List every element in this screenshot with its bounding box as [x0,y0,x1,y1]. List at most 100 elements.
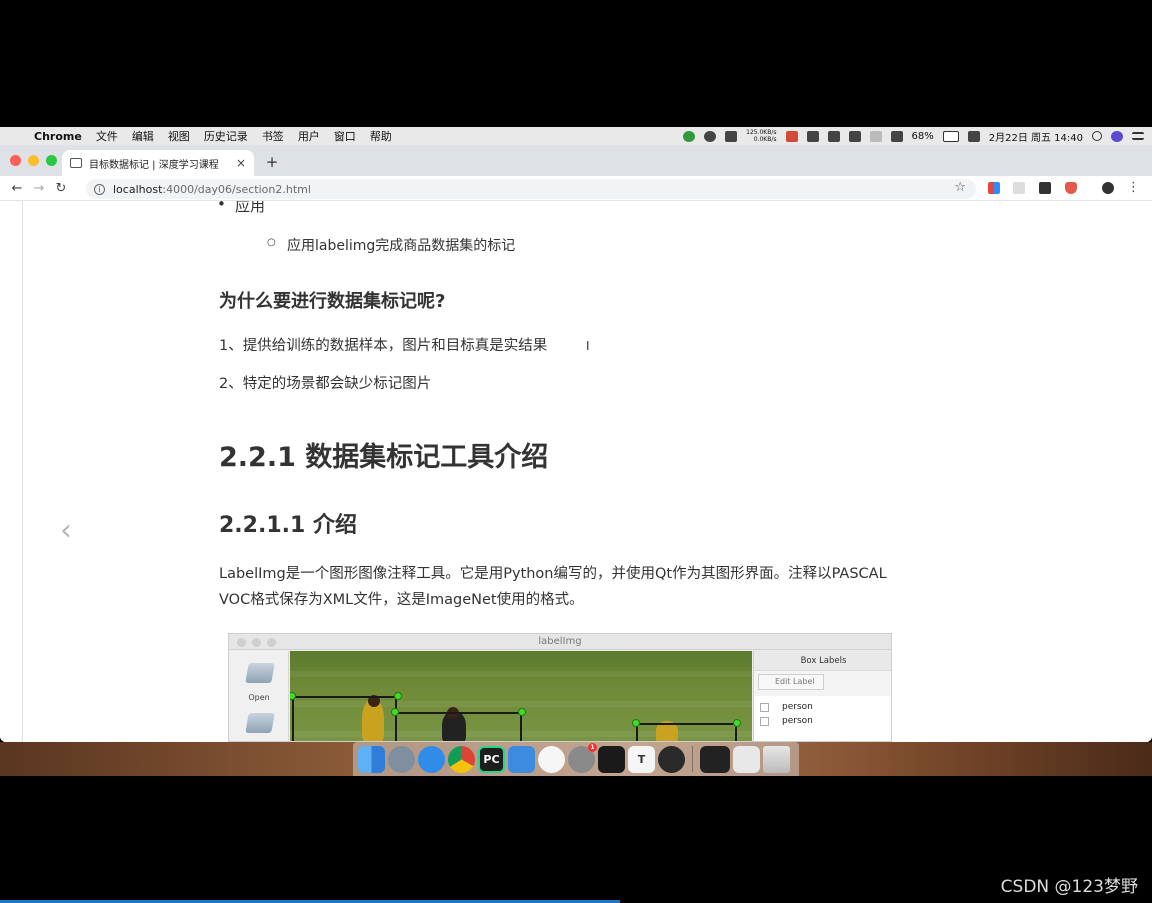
dock-separator [692,746,693,772]
bounding-box[interactable] [292,696,397,741]
bounding-box[interactable] [636,723,737,741]
clock[interactable]: 2月22日 周五 14:40 [989,129,1083,144]
reload-icon[interactable]: ↻ [50,181,72,196]
tab-title: 目标数据标记 | 深度学习课程 [89,159,219,171]
system-preferences-icon[interactable]: 1 [568,742,597,773]
bookmark-star-icon[interactable]: ☆ [954,180,966,195]
open-folder-icon [245,663,275,683]
new-tab-button[interactable]: + [262,153,282,171]
cpu-meter-icon[interactable] [785,130,798,142]
bbox-handle[interactable] [632,719,640,727]
text-cursor-icon: I [586,339,590,353]
menu-item-window[interactable]: 窗口 [334,128,356,144]
menu-item-edit[interactable]: 编辑 [132,128,154,144]
window-controls [10,155,57,166]
upload-icon[interactable] [683,130,696,142]
memory-icon[interactable] [806,130,819,142]
siri-icon[interactable] [1111,130,1123,142]
net-speed-down: 0.0KB/s [753,136,777,143]
labelimg-toolbar: Open [229,651,289,741]
minimize-window-button[interactable] [28,155,39,166]
prev-page-icon[interactable]: ‹ [60,513,72,548]
open-dir-icon [245,713,275,733]
scissors-icon[interactable] [848,130,861,142]
tab-active[interactable]: 目标数据标记 | 深度学习课程 × [62,150,254,176]
menu-item-history[interactable]: 历史记录 [204,128,248,144]
edit-label-button[interactable]: Edit Label [758,674,824,690]
tab-strip: 目标数据标记 | 深度学习课程 × + [0,145,1152,176]
docker-icon[interactable] [827,130,840,142]
status-area: 125.0KB/s 0.0KB/s 68% 2月22日 周五 14:40 [683,127,1144,145]
label-checkbox[interactable] [760,702,769,712]
extension-x-icon[interactable] [1039,182,1051,194]
forward-icon[interactable]: → [28,181,50,196]
net-speed: 125.0KB/s 0.0KB/s [746,129,776,143]
box-labels-title: Box Labels [754,651,891,671]
volume-icon[interactable] [890,130,903,142]
spotlight-icon[interactable] [1092,131,1102,141]
typora-icon[interactable]: T [628,745,655,773]
wifi-icon[interactable] [869,130,882,142]
preview-icon[interactable] [733,745,760,773]
safari-icon[interactable] [418,745,445,773]
bbox-handle[interactable] [394,692,402,700]
pixelmator-icon[interactable] [538,745,565,773]
menu-item-bookmarks[interactable]: 书签 [262,128,284,144]
address-bar[interactable]: i localhost:4000/day06/section2.html ☆ [86,179,976,199]
extension-grid-icon[interactable] [988,182,1000,194]
chrome-icon[interactable] [448,745,475,773]
launchpad-icon[interactable] [388,745,415,773]
input-method-icon[interactable] [967,130,980,142]
intro-paragraph: LabelImg是一个图形图像注释工具。它是用Python编写的，并使用Qt作为… [219,561,1019,613]
label-row[interactable]: person [760,702,813,712]
label-text: person [782,702,813,712]
url-host: localhost [113,182,163,196]
telegram-icon[interactable] [725,130,738,142]
finder-icon[interactable] [358,745,385,773]
menu-app-name[interactable]: Chrome [34,130,82,143]
terminal-icon[interactable] [598,745,625,773]
wechat-icon[interactable] [704,130,717,142]
menu-item-view[interactable]: 视图 [168,128,190,144]
labelimg-title: labelImg [538,636,582,647]
watermark: CSDN @123梦野 [1000,877,1138,897]
trash-icon[interactable] [763,745,790,773]
list-item: 应用 [217,201,265,216]
bounding-box[interactable] [395,712,522,741]
label-list: person person [754,696,891,741]
keynote-icon[interactable] [508,745,535,773]
menu-item-people[interactable]: 用户 [298,128,320,144]
soccer-field-image [290,651,752,741]
menu-item-help[interactable]: 帮助 [370,128,392,144]
tab-close-icon[interactable]: × [236,156,246,170]
notification-center-icon[interactable] [1132,132,1144,140]
dock: PC 1 T [353,742,799,776]
info-icon[interactable]: i [94,183,105,195]
intro-line-1: LabelImg是一个图形图像注释工具。它是用Python编写的，并使用Qt作为… [219,566,887,582]
menu-item-file[interactable]: 文件 [96,128,118,144]
battery-icon[interactable] [942,130,959,142]
profile-avatar[interactable] [1102,182,1114,194]
zoom-window-button[interactable] [46,155,57,166]
url-path: :4000/day06/section2.html [162,182,311,196]
box-labels-panel: Box Labels Edit Label person person [753,651,891,741]
reason-paragraph-1: 1、提供给训练的数据样本，图片和目标真是实结果 [219,338,548,354]
obs-icon[interactable] [658,745,685,773]
back-icon[interactable]: ← [6,181,28,196]
bbox-handle[interactable] [391,708,399,716]
extension-cursor-icon[interactable] [1013,182,1025,194]
pycharm-icon[interactable]: PC [478,745,505,773]
bbox-handle[interactable] [518,708,526,716]
section-heading-why: 为什么要进行数据集标记呢? [219,291,446,312]
book-icon [70,158,82,168]
open-label: Open [248,693,270,702]
screen-thumbnail-icon[interactable] [700,745,730,773]
close-window-button[interactable] [10,155,21,166]
label-checkbox[interactable] [760,716,769,726]
heading-2-tools: 2.2.1 数据集标记工具介绍 [219,442,549,473]
extension-shield-icon[interactable] [1065,182,1077,194]
chrome-menu-icon[interactable]: ⋮ [1127,180,1140,195]
label-row[interactable]: person [760,716,813,726]
bbox-handle[interactable] [733,719,741,727]
battery-percent[interactable]: 68% [912,131,934,142]
